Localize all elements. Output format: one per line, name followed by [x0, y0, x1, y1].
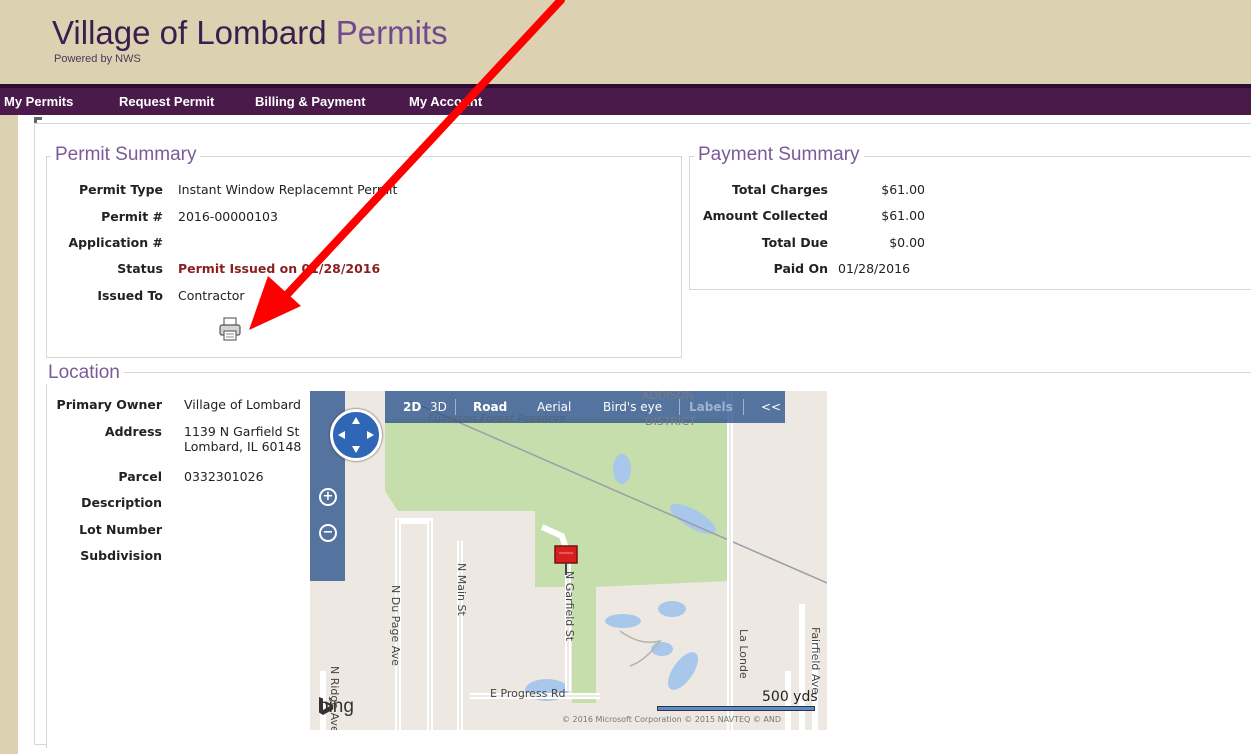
parcel-label: Parcel [118, 469, 162, 484]
amount-collected-value: $61.00 [881, 208, 925, 223]
zoom-in-button[interactable]: + [319, 488, 337, 506]
map-scale-label: 500 yds [762, 689, 818, 705]
map-label-main-st: N Main St [455, 563, 468, 616]
issued-to-label: Issued To [97, 288, 163, 303]
nav-my-account[interactable]: My Account [409, 94, 482, 109]
app-subtitle: Powered by NWS [54, 53, 141, 65]
nav-billing-payment[interactable]: Billing & Payment [255, 94, 366, 109]
permit-type-value: Instant Window Replacemnt Permit [178, 182, 398, 197]
main-nav: My Permits Request Permit Billing & Paym… [0, 84, 1251, 115]
permit-type-label: Permit Type [78, 182, 163, 197]
issued-to-value: Contractor [178, 288, 245, 303]
map-label-garfield-st: N Garfield St [563, 571, 576, 642]
app-title-accent: Permits [335, 14, 448, 51]
app-title: Village of Lombard Permits [52, 14, 448, 52]
map-copyright: © 2016 Microsoft Corporation © 2015 NAVT… [562, 715, 781, 724]
collapse-toolbar-button[interactable]: << [761, 400, 781, 414]
header: Village of Lombard Permits Powered by NW… [0, 0, 1251, 84]
permit-summary-legend: Permit Summary [51, 144, 201, 166]
location-legend: Location [44, 362, 124, 384]
map-label-district: ADDISON [642, 391, 694, 402]
description-label: Description [81, 495, 162, 510]
map-label-district-2: DISTRICT [645, 415, 696, 428]
location-pin-icon [554, 545, 578, 564]
application-number-label: Application # [68, 235, 163, 250]
permit-number-value: 2016-00000103 [178, 209, 278, 224]
address-line2: Lombard, IL 60148 [184, 439, 302, 454]
birdseye-view-button[interactable]: Bird's eye [603, 400, 662, 414]
nav-my-permits[interactable]: My Permits [4, 94, 73, 109]
paid-on-label: Paid On [773, 261, 828, 276]
location-map[interactable]: + − 2D 3D Road Aerial Bird's eye Labels … [310, 391, 827, 730]
subdivision-label: Subdivision [80, 548, 162, 563]
amount-collected-label: Amount Collected [702, 208, 828, 223]
permit-number-label: Permit # [101, 209, 163, 224]
nav-request-permit[interactable]: Request Permit [119, 94, 214, 109]
lot-number-label: Lot Number [79, 522, 162, 537]
map-label-dupage-ave: N Du Page Ave [389, 585, 402, 666]
left-gutter [0, 115, 18, 754]
map-label-lalonde: La Londe [737, 629, 750, 679]
total-charges-label: Total Charges [731, 182, 828, 197]
paid-on-value: 01/28/2016 [838, 261, 911, 276]
pan-control-icon[interactable] [330, 409, 382, 461]
total-charges-value: $61.00 [881, 182, 925, 197]
parcel-value: 0332301026 [184, 469, 264, 484]
map-label-progress-rd: E Progress Rd [490, 687, 566, 700]
labels-toggle[interactable]: Labels [689, 400, 733, 414]
view-2d-button[interactable]: 2D [403, 400, 421, 414]
payment-summary-legend: Payment Summary [694, 144, 864, 166]
total-due-label: Total Due [761, 235, 828, 250]
status-label: Status [117, 261, 163, 276]
printer-icon[interactable] [218, 316, 242, 342]
primary-owner-value: Village of Lombard [184, 397, 301, 412]
address-line1: 1139 N Garfield St [184, 424, 300, 439]
address-label: Address [104, 424, 162, 439]
total-due-value: $0.00 [889, 235, 925, 250]
zoom-out-button[interactable]: − [319, 524, 337, 542]
toolbar-divider [743, 399, 744, 415]
map-canvas [320, 391, 827, 730]
app-title-main: Village of Lombard [52, 14, 327, 51]
primary-owner-label: Primary Owner [56, 397, 162, 412]
map-label-fairfield-ave: Fairfield Ave [809, 627, 822, 695]
bing-logo: bing [318, 696, 354, 718]
map-scale-bar [657, 706, 815, 711]
map-label-forest: Fullerton Forest Preserve [428, 412, 566, 425]
status-value: Permit Issued on 01/28/2016 [178, 261, 381, 276]
